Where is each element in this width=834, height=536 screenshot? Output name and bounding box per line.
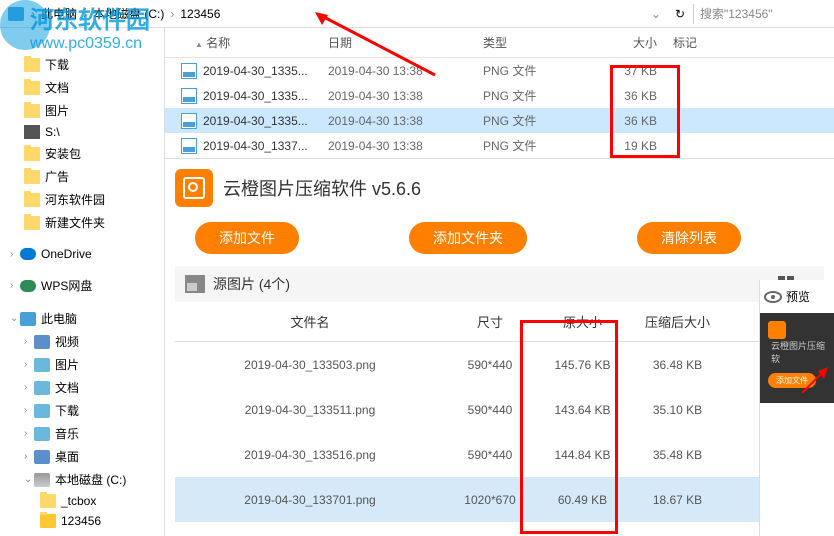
png-file-icon	[181, 113, 197, 129]
image-icon	[185, 275, 205, 293]
sidebar-item-documents[interactable]: 文档	[0, 76, 164, 99]
app-icon	[175, 169, 213, 207]
table-row[interactable]: 2019-04-30_133701.png 1020*670 60.49 KB …	[175, 477, 824, 522]
file-row[interactable]: 2019-04-30_1335... 2019-04-30 13:38 PNG …	[165, 108, 834, 133]
preview-label: 预览	[786, 288, 810, 305]
search-input[interactable]: 搜索"123456"	[694, 3, 834, 24]
sidebar-item-s[interactable]: S:\	[0, 122, 164, 142]
eye-icon	[764, 291, 782, 303]
png-file-icon	[181, 63, 197, 79]
sidebar-item-pic[interactable]: ›图片	[0, 353, 164, 376]
th-filename[interactable]: 文件名	[175, 302, 445, 342]
col-header-date[interactable]: 日期	[320, 32, 475, 53]
sidebar-item-hedong[interactable]: 河东软件园	[0, 188, 164, 211]
sidebar-item-thispc[interactable]: ⌄此电脑	[0, 307, 164, 330]
dropdown-icon[interactable]: ⌄	[645, 7, 667, 21]
breadcrumb-item[interactable]: 此电脑	[37, 5, 81, 22]
sidebar-item-onedrive[interactable]: ›OneDrive	[0, 244, 164, 264]
app-table: 文件名 尺寸 原大小 压缩后大小 操作 2019-04-30_133503.pn…	[175, 302, 824, 522]
th-dimensions[interactable]: 尺寸	[445, 302, 535, 342]
add-folder-button[interactable]: 添加文件夹	[409, 222, 527, 254]
sidebar-item-tcbox[interactable]: _tcbox	[0, 491, 164, 511]
breadcrumb-item[interactable]: 本地磁盘 (C:)	[89, 5, 168, 22]
file-list-header: ▲ 名称 日期 类型 大小 标记	[165, 28, 834, 58]
preview-mini-icon	[768, 321, 786, 339]
clear-list-button[interactable]: 清除列表	[637, 222, 741, 254]
th-compsize[interactable]: 压缩后大小	[630, 302, 725, 342]
computer-icon	[8, 7, 24, 21]
sidebar-item-install[interactable]: 安装包	[0, 142, 164, 165]
sidebar-item-doc[interactable]: ›文档	[0, 376, 164, 399]
preview-panel: 预览 云橙图片压缩软 添加文件	[759, 280, 834, 536]
th-origsize[interactable]: 原大小	[535, 302, 630, 342]
sidebar-item-downloads[interactable]: 下载	[0, 53, 164, 76]
sidebar-item-diskc[interactable]: ⌄本地磁盘 (C:)	[0, 468, 164, 491]
sidebar-item-music[interactable]: ›音乐	[0, 422, 164, 445]
file-row[interactable]: 2019-04-30_1337... 2019-04-30 13:38 PNG …	[165, 133, 834, 158]
file-row[interactable]: 2019-04-30_1335... 2019-04-30 13:38 PNG …	[165, 58, 834, 83]
table-row[interactable]: 2019-04-30_133503.png 590*440 145.76 KB …	[175, 342, 824, 388]
sidebar-item-ads[interactable]: 广告	[0, 165, 164, 188]
sidebar-item-newfolder[interactable]: 新建文件夹	[0, 211, 164, 234]
explorer-header: › 此电脑 › 本地磁盘 (C:) › 123456 ⌄ ↻ 搜索"123456…	[0, 0, 834, 28]
png-file-icon	[181, 88, 197, 104]
sidebar-item-123456[interactable]: 123456	[0, 511, 164, 531]
preview-body: 云橙图片压缩软 添加文件	[760, 313, 834, 403]
col-header-tag[interactable]: 标记	[665, 32, 725, 53]
table-row[interactable]: 2019-04-30_133511.png 590*440 143.64 KB …	[175, 387, 824, 432]
breadcrumb-item[interactable]: 123456	[176, 7, 224, 21]
refresh-icon[interactable]: ↻	[667, 7, 693, 21]
col-header-name[interactable]: ▲ 名称	[165, 32, 320, 53]
sidebar-item-wps[interactable]: ›WPS网盘	[0, 274, 164, 297]
col-header-type[interactable]: 类型	[475, 32, 595, 53]
sidebar: 下载 文档 图片 S:\ 安装包 广告 河东软件园 新建文件夹 ›OneDriv…	[0, 28, 165, 536]
sidebar-item-dl[interactable]: ›下载	[0, 399, 164, 422]
source-title: 源图片 (4个)	[213, 274, 778, 294]
sidebar-item-video[interactable]: ›视频	[0, 330, 164, 353]
add-file-button[interactable]: 添加文件	[195, 222, 299, 254]
png-file-icon	[181, 138, 197, 154]
app-title: 云橙图片压缩软件 v5.6.6	[223, 175, 421, 201]
file-list: ▲ 名称 日期 类型 大小 标记 2019-04-30_1335... 2019…	[165, 28, 834, 159]
app-section: 云橙图片压缩软件 v5.6.6 添加文件 添加文件夹 清除列表 源图片 (4个)…	[165, 159, 834, 536]
sidebar-item-desk[interactable]: ›桌面	[0, 445, 164, 468]
breadcrumb[interactable]: › 此电脑 › 本地磁盘 (C:) › 123456	[0, 5, 645, 22]
preview-mini-button[interactable]: 添加文件	[768, 373, 816, 388]
table-row[interactable]: 2019-04-30_133516.png 590*440 144.84 KB …	[175, 432, 824, 477]
sidebar-item-pictures[interactable]: 图片	[0, 99, 164, 122]
file-row[interactable]: 2019-04-30_1335... 2019-04-30 13:38 PNG …	[165, 83, 834, 108]
col-header-size[interactable]: 大小	[595, 32, 665, 53]
